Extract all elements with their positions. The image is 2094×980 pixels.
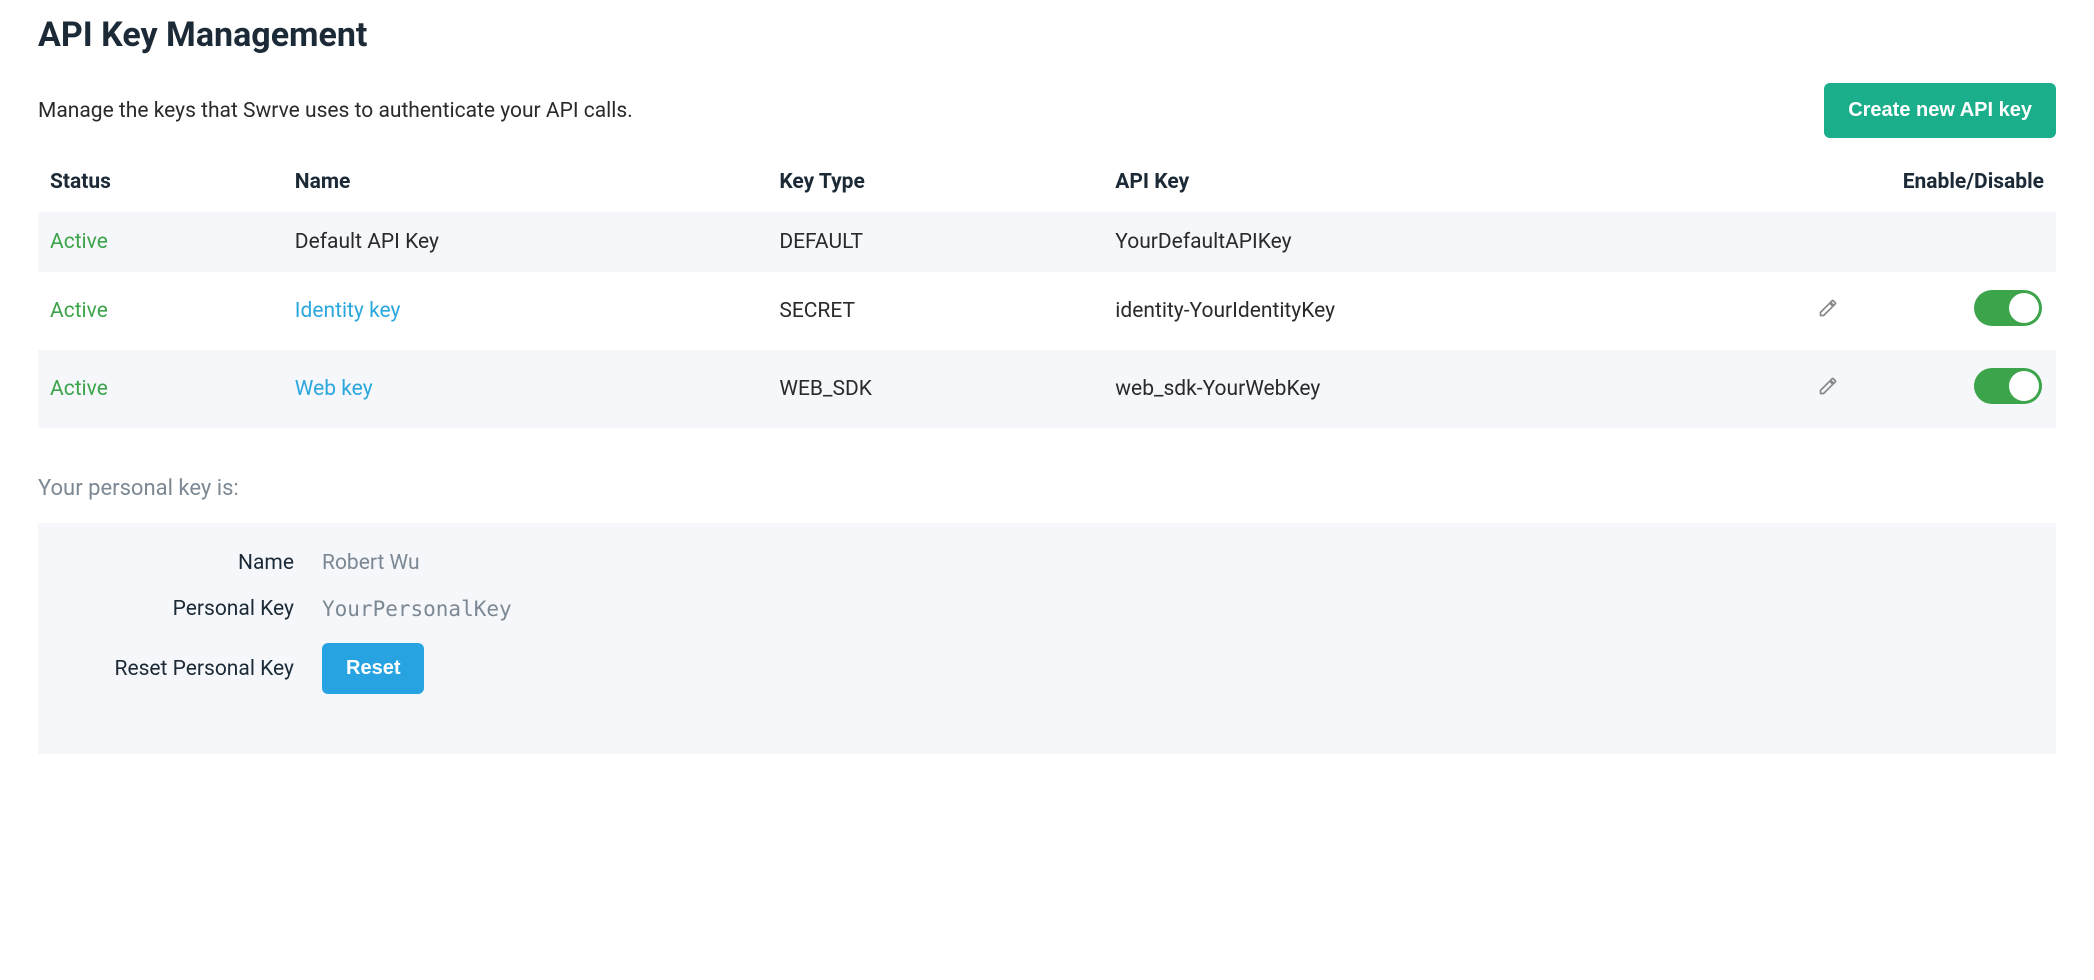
toggle-knob [2009,371,2039,401]
api-key-cell: web_sdk-YourWebKey [1103,350,1806,428]
key-type-cell: WEB_SDK [767,350,1103,428]
table-row: ActiveDefault API KeyDEFAULTYourDefaultA… [38,212,2056,272]
personal-name-value: Robert Wu [322,551,420,575]
enable-toggle[interactable] [1974,368,2042,404]
column-api-key: API Key [1103,156,1806,212]
column-status: Status [38,156,283,212]
api-key-cell: identity-YourIdentityKey [1103,272,1806,350]
column-enable-disable: Enable/Disable [1876,156,2056,212]
name-link[interactable]: Web key [295,377,373,401]
table-row: Active Identity key SECRETidentity-YourIde… [38,272,2056,350]
edit-cell [1806,350,1876,428]
status-cell: Active [38,272,283,350]
name-link[interactable]: Identity key [295,299,401,323]
reset-personal-key-label: Reset Personal Key [62,657,322,681]
toggle-cell [1876,350,2056,428]
personal-key-heading: Your personal key is: [38,476,2056,501]
personal-key-value: YourPersonalKey [322,597,512,621]
toggle-cell [1876,272,2056,350]
edit-icon[interactable] [1818,298,1838,324]
name-cell: Default API Key [283,212,768,272]
enable-toggle[interactable] [1974,290,2042,326]
create-api-key-button[interactable]: Create new API key [1824,83,2056,138]
column-edit [1806,156,1876,212]
reset-button[interactable]: Reset [322,643,424,694]
column-key-type: Key Type [767,156,1103,212]
header-row: Manage the keys that Swrve uses to authe… [38,83,2056,138]
key-type-cell: DEFAULT [767,212,1103,272]
column-name: Name [283,156,768,212]
edit-cell [1806,212,1876,272]
page-subtitle: Manage the keys that Swrve uses to authe… [38,99,633,123]
toggle-knob [2009,293,2039,323]
api-keys-table: Status Name Key Type API Key Enable/Disa… [38,156,2056,428]
name-cell: Identity key [283,272,768,350]
edit-cell [1806,272,1876,350]
status-cell: Active [38,212,283,272]
toggle-cell [1876,212,2056,272]
page-title: API Key Management [38,15,2056,55]
key-type-cell: SECRET [767,272,1103,350]
personal-key-label: Personal Key [62,597,322,621]
personal-name-label: Name [62,551,322,575]
personal-key-panel: Name Robert Wu Personal Key YourPersonal… [38,523,2056,754]
edit-icon[interactable] [1818,376,1838,402]
name-cell: Web key [283,350,768,428]
api-key-cell: YourDefaultAPIKey [1103,212,1806,272]
status-cell: Active [38,350,283,428]
table-row: Active Web key WEB_SDKweb_sdk-YourWebKey [38,350,2056,428]
